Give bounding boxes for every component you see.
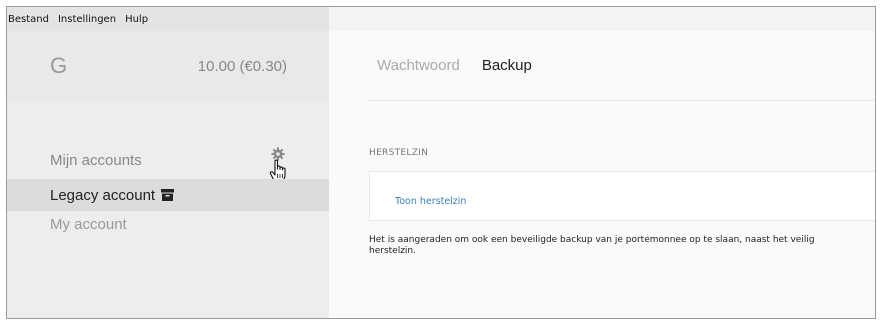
menu-hulp[interactable]: Hulp bbox=[125, 14, 148, 25]
sidebar: G 10.00 (€0.30) Mijn accounts Legacy acc… bbox=[7, 31, 329, 318]
account-label: My account bbox=[50, 215, 127, 233]
account-label: Legacy account bbox=[50, 186, 156, 204]
menu-instellingen[interactable]: Instellingen bbox=[58, 14, 116, 25]
app-window: Bestand Instellingen Hulp G 10.00 (€0.30… bbox=[6, 6, 876, 319]
accounts-section-title: Mijn accounts bbox=[50, 152, 142, 169]
divider bbox=[369, 100, 875, 101]
menu-bestand[interactable]: Bestand bbox=[8, 14, 49, 25]
wallet-balance: 10.00 (€0.30) bbox=[197, 58, 287, 75]
archive-icon bbox=[161, 189, 175, 201]
menu-bar: Bestand Instellingen Hulp bbox=[7, 7, 329, 31]
app-logo: G bbox=[50, 53, 68, 78]
section-label: HERSTELZIN bbox=[369, 148, 429, 158]
backup-description: Het is aangeraden om ook een beveiligde … bbox=[369, 235, 875, 257]
menu-bar-filler bbox=[329, 7, 875, 31]
tab-backup[interactable]: Backup bbox=[482, 57, 532, 74]
sidebar-item-my-account[interactable]: My account bbox=[7, 211, 329, 237]
tab-wachtwoord[interactable]: Wachtwoord bbox=[377, 57, 460, 74]
sidebar-item-legacy-account[interactable]: Legacy account bbox=[7, 179, 329, 211]
description-line: herstelzin. bbox=[369, 246, 416, 256]
tab-bar: Wachtwoord Backup bbox=[377, 57, 532, 74]
main-content: Wachtwoord Backup HERSTELZIN Toon herste… bbox=[329, 31, 875, 318]
recovery-phrase-card: Toon herstelzin bbox=[369, 171, 875, 221]
sidebar-header: G 10.00 (€0.30) bbox=[7, 31, 329, 101]
description-line: Het is aangeraden om ook een beveiligde … bbox=[369, 235, 815, 245]
show-recovery-phrase-link[interactable]: Toon herstelzin bbox=[395, 196, 466, 207]
